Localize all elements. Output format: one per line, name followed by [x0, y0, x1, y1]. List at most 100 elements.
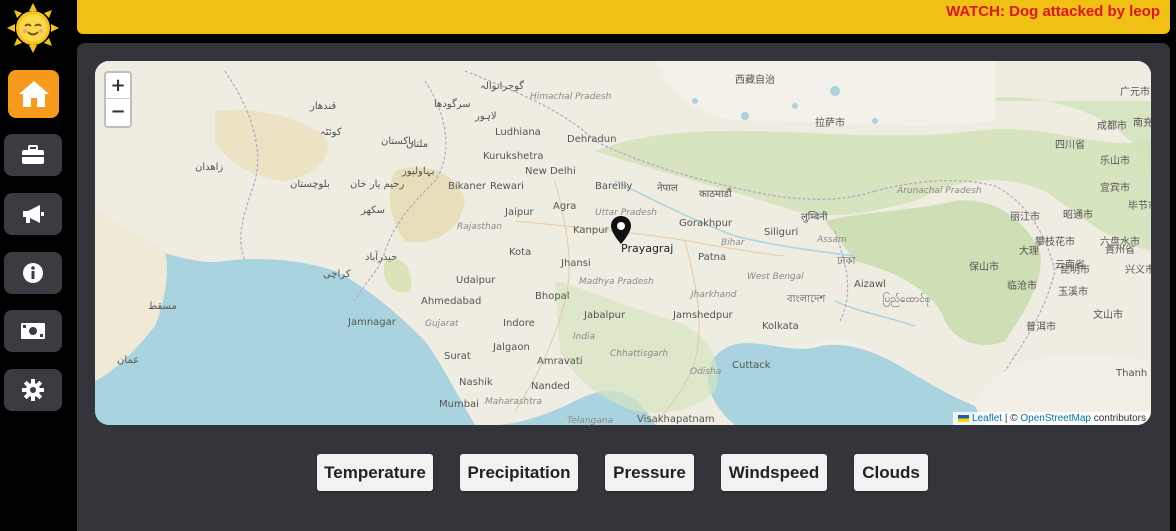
windspeed-layer-button[interactable]: Windspeed — [721, 454, 827, 491]
nav-home-button[interactable] — [8, 70, 59, 118]
clouds-layer-button[interactable]: Clouds — [854, 454, 928, 491]
foreign-label: پاکستان — [381, 136, 414, 147]
place-label: Rewari — [490, 181, 524, 192]
foreign-label: 四川省 — [1055, 140, 1085, 151]
region-label: Telangana — [567, 416, 614, 425]
foreign-label: عمان — [117, 355, 140, 366]
foreign-label: 大理 — [1019, 246, 1039, 257]
pressure-layer-button[interactable]: Pressure — [605, 454, 694, 491]
place-label: Visakhapatnam — [637, 414, 715, 425]
foreign-label: بلوچستان — [290, 179, 330, 190]
attribution-suffix: contributors — [1090, 413, 1146, 424]
sidebar — [0, 0, 68, 531]
foreign-label: 云南省 — [1055, 260, 1085, 271]
weather-map[interactable]: Ludhiana Dehradun Kurukshetra New Delhi … — [95, 61, 1151, 425]
info-icon — [22, 262, 44, 284]
place-label: Siliguri — [764, 227, 799, 238]
place-label: Kanpur — [573, 225, 609, 236]
foreign-label: लुम्बिनी — [801, 212, 828, 223]
foreign-label: 文山市 — [1093, 310, 1123, 321]
region-label: Assam — [817, 235, 847, 245]
foreign-label: قندھار — [310, 101, 337, 112]
money-icon — [20, 322, 46, 340]
precipitation-layer-button[interactable]: Precipitation — [460, 454, 578, 491]
foreign-label: 玉溪市 — [1058, 287, 1088, 298]
nav-info-button[interactable] — [4, 252, 62, 294]
foreign-label: 昭通市 — [1063, 210, 1093, 221]
foreign-label: 丽江市 — [1010, 212, 1040, 223]
foreign-label: 毕节市 — [1128, 201, 1151, 212]
foreign-label: بہاولپور — [402, 166, 435, 177]
nav-briefcase-button[interactable] — [4, 134, 62, 176]
region-label: Jharkhand — [691, 290, 737, 300]
region-label: West Bengal — [747, 272, 804, 282]
place-label: Jhansi — [561, 258, 591, 269]
place-label: Kolkata — [762, 321, 799, 332]
zoom-out-button[interactable]: − — [106, 99, 130, 125]
place-label: Jalgaon — [493, 342, 530, 353]
openstreetmap-link[interactable]: OpenStreetMap — [1020, 413, 1091, 424]
place-label: Udaipur — [456, 275, 496, 286]
foreign-label: 西藏自治 — [735, 75, 775, 86]
foreign-label: گوجرانوالہ — [480, 81, 525, 92]
foreign-label: 乐山市 — [1100, 156, 1130, 167]
place-label: Nashik — [459, 377, 493, 388]
place-label: Jamnagar — [348, 317, 396, 328]
foreign-label: مسقط — [148, 301, 177, 312]
leaflet-link[interactable]: Leaflet — [972, 413, 1002, 424]
map-attribution: Leaflet | © OpenStreetMap contributors — [953, 412, 1151, 425]
foreign-label: کوئٹہ — [320, 127, 342, 138]
place-label: Jaipur — [505, 207, 534, 218]
nav-announcements-button[interactable] — [4, 193, 62, 235]
news-ticker-banner: WATCH: Dog attacked by leop — [77, 0, 1170, 34]
foreign-label: 兴义市 — [1125, 265, 1151, 276]
attribution-separator: | © — [1002, 413, 1021, 424]
place-label: Bikaner — [448, 181, 486, 192]
foreign-label: 攀枝花市 — [1035, 237, 1075, 248]
region-label: Odisha — [690, 367, 722, 377]
place-label: Mumbai — [439, 399, 479, 410]
foreign-label: زاهدان — [195, 162, 224, 173]
region-label: Madhya Pradesh — [579, 277, 654, 287]
nav-money-button[interactable] — [4, 310, 62, 352]
sun-logo[interactable] — [6, 2, 60, 54]
foreign-label: 宜宾市 — [1100, 183, 1130, 194]
foreign-label: 拉萨市 — [815, 118, 845, 129]
zoom-in-button[interactable]: + — [106, 73, 130, 99]
news-ticker-text[interactable]: WATCH: Dog attacked by leop — [946, 3, 1160, 20]
foreign-label: 普洱市 — [1026, 322, 1056, 333]
nav-settings-button[interactable] — [4, 369, 62, 411]
home-icon — [17, 79, 51, 109]
foreign-label: 广元市 — [1120, 87, 1150, 98]
region-label: Chhattisgarh — [610, 349, 669, 359]
foreign-label: کراچی — [323, 269, 351, 280]
briefcase-icon — [21, 145, 45, 165]
region-label: Rajasthan — [457, 222, 502, 232]
marker-label: Prayagraj — [621, 242, 674, 255]
foreign-label: ঢাকা — [837, 256, 856, 267]
megaphone-icon — [21, 204, 45, 224]
region-label: Arunachal Pradesh — [897, 186, 982, 196]
foreign-label: काठमाडौं — [699, 189, 732, 200]
zoom-control: + − — [104, 71, 132, 128]
location-pin-icon[interactable] — [610, 215, 632, 245]
foreign-label: 成都市 — [1097, 121, 1127, 132]
region-label: Gujarat — [425, 319, 459, 329]
region-label: India — [573, 332, 596, 342]
foreign-label: বাংলাদেশ — [787, 294, 826, 305]
place-label: Surat — [444, 351, 471, 362]
region-label: Maharashtra — [485, 397, 542, 407]
foreign-label: سرگودھا — [434, 99, 471, 110]
place-label: Bareilly — [595, 181, 633, 192]
place-label: Patna — [698, 252, 727, 263]
foreign-label: 貴州省 — [1105, 245, 1135, 256]
place-label: Jamshedpur — [673, 310, 733, 321]
temperature-layer-button[interactable]: Temperature — [317, 454, 433, 491]
ukraine-flag-icon — [958, 414, 970, 422]
foreign-label: ပြည်ထောင်စု — [883, 294, 931, 305]
place-label: Aizawl — [854, 279, 886, 290]
place-label: Nanded — [531, 381, 570, 392]
place-label: Kurukshetra — [483, 151, 544, 162]
foreign-label: 保山市 — [969, 262, 999, 273]
place-label: Indore — [503, 318, 535, 329]
